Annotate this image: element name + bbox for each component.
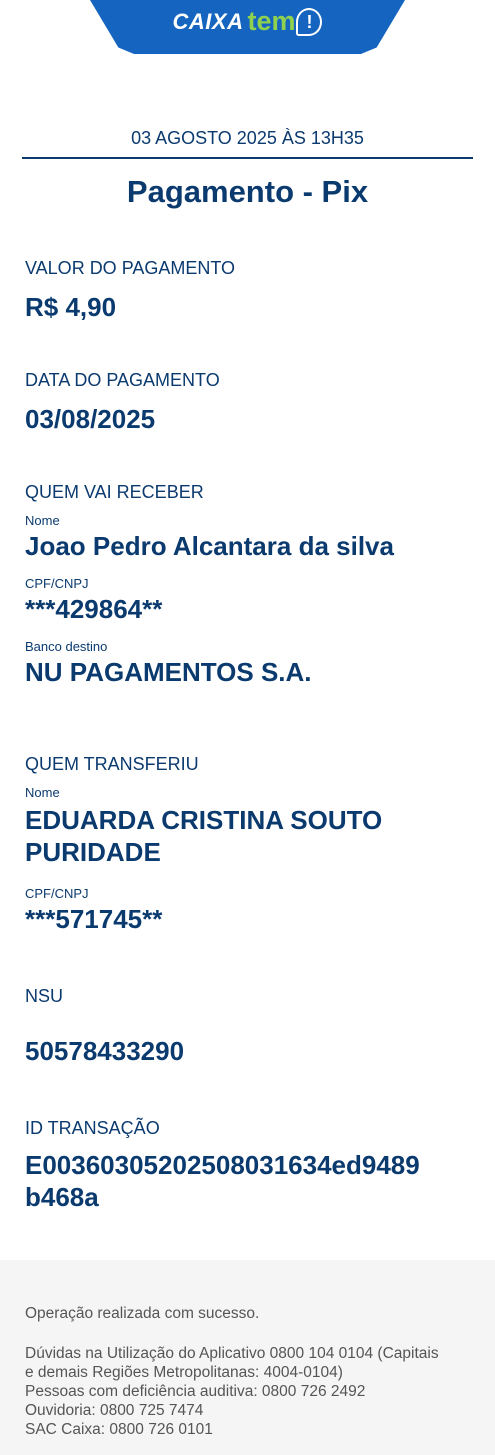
support-line-ouvidoria: Ouvidoria: 0800 725 7474 (25, 1402, 204, 1419)
payment-value-section: VALOR DO PAGAMENTO R$ 4,90 (25, 258, 470, 323)
sender-section-label: QUEM TRANSFERIU (25, 754, 199, 774)
sender-cpf: ***571745** (25, 904, 163, 934)
receiver-name-label: Nome (25, 513, 60, 528)
receiver-bank: NU PAGAMENTOS S.A. (25, 657, 312, 687)
transaction-id-label: ID TRANSAÇÃO (25, 1118, 160, 1138)
receiver-section-label: QUEM VAI RECEBER (25, 482, 204, 502)
support-line-hearing: Pessoas com deficiência auditiva: 0800 7… (25, 1383, 366, 1400)
sender-section: QUEM TRANSFERIU Nome EDUARDA CRISTINA SO… (25, 754, 470, 935)
transaction-id-section: ID TRANSAÇÃO E00360305202508031634ed9489… (25, 1118, 470, 1213)
payment-date-label: DATA DO PAGAMENTO (25, 370, 220, 390)
sender-name-line-1: EDUARDA CRISTINA SOUTO (25, 805, 383, 835)
payment-date: 03/08/2025 (25, 404, 156, 434)
support-line-app: Dúvidas na Utilização do Aplicativo 0800… (25, 1345, 439, 1362)
receiver-section: QUEM VAI RECEBER Nome Joao Pedro Alcanta… (25, 482, 470, 688)
logo-tem-text: tem (247, 6, 296, 36)
support-line-sac: SAC Caixa: 0800 726 0101 (25, 1421, 213, 1438)
header-logo-banner: CAIXA tem! (90, 0, 405, 54)
payment-value-label: VALOR DO PAGAMENTO (25, 258, 236, 278)
receipt-datetime: 03 AGOSTO 2025 ÀS 13H35 (131, 128, 364, 148)
logo-speech-bubble-icon: ! (296, 7, 323, 36)
operation-status: Operação realizada com sucesso. (25, 1305, 260, 1322)
payment-value: R$ 4,90 (25, 292, 117, 322)
nsu-label: NSU (25, 986, 64, 1006)
payment-date-section: DATA DO PAGAMENTO 03/08/2025 (25, 370, 470, 435)
receiver-cpf: ***429864** (25, 594, 163, 624)
transaction-id-line-2: b468a (25, 1182, 99, 1212)
transaction-id-line-1: E00360305202508031634ed9489 (25, 1150, 420, 1180)
sender-name-line-2: PURIDADE (25, 837, 161, 867)
nsu-section: NSU 50578433290 (25, 986, 470, 1067)
caixa-tem-logo: CAIXA tem! (90, 6, 405, 37)
receiver-bank-label: Banco destino (25, 639, 108, 654)
receiver-cpf-label: CPF/CNPJ (25, 576, 89, 591)
sender-name-label: Nome (25, 785, 60, 800)
receiver-name: Joao Pedro Alcantara da silva (25, 531, 394, 561)
sender-cpf-label: CPF/CNPJ (25, 886, 89, 901)
logo-caixa-text: CAIXA (172, 8, 244, 34)
page-title: Pagamento - Pix (126, 174, 369, 209)
footer: Operação realizada com sucesso. Dúvidas … (0, 1260, 495, 1455)
header-divider (22, 157, 473, 159)
nsu-value: 50578433290 (25, 1036, 185, 1066)
support-contacts: Dúvidas na Utilização do Aplicativo 0800… (25, 1344, 475, 1439)
support-line-regions: e demais Regiões Metropolitanas: 4004-01… (25, 1364, 343, 1381)
